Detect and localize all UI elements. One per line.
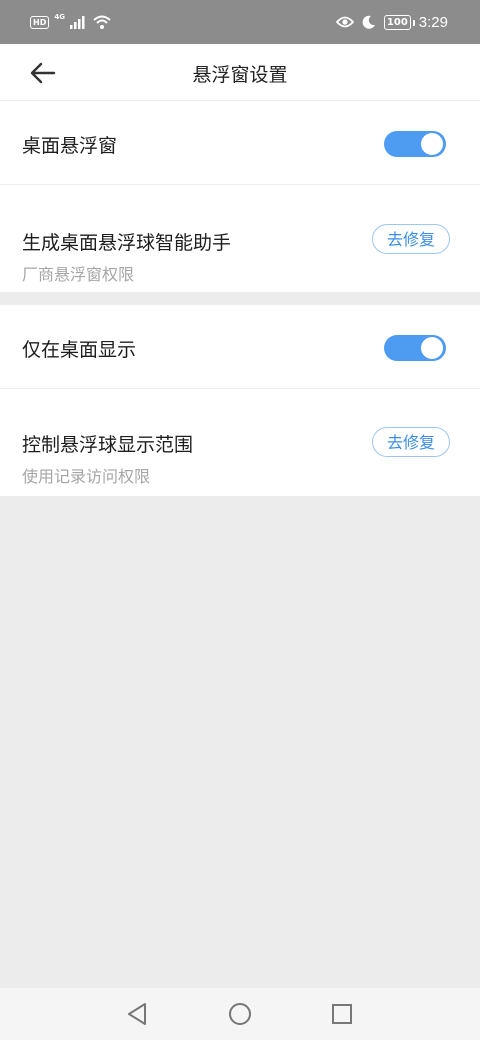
- fix-button[interactable]: 去修复: [372, 224, 450, 254]
- navigation-bar: [0, 988, 480, 1040]
- setting-row-desktop-only: 仅在桌面显示: [0, 305, 480, 388]
- nav-recents-button[interactable]: [328, 1000, 356, 1028]
- wifi-icon: [93, 15, 111, 29]
- setting-title: 生成桌面悬浮球智能助手: [22, 232, 232, 254]
- network-type-label: 4G: [54, 13, 65, 21]
- setting-row-desktop-float: 桌面悬浮窗: [0, 101, 480, 184]
- fix-button[interactable]: 去修复: [372, 427, 450, 457]
- status-time: 3:29: [418, 13, 448, 31]
- setting-row-smart-assistant: 生成桌面悬浮球智能助手 厂商悬浮窗权限 去修复: [0, 185, 480, 292]
- setting-title: 控制悬浮球显示范围: [22, 434, 194, 456]
- signal-icon: [69, 16, 85, 29]
- hd-badge: HD: [30, 15, 50, 29]
- desktop-float-toggle[interactable]: [384, 131, 446, 157]
- setting-title: 桌面悬浮窗: [22, 135, 118, 157]
- back-triangle-icon: [128, 1003, 146, 1025]
- nav-home-button[interactable]: [226, 1000, 254, 1028]
- app-header: 悬浮窗设置: [0, 44, 480, 100]
- setting-row-display-range: 控制悬浮球显示范围 使用记录访问权限 去修复: [0, 389, 480, 496]
- status-bar: HD 4G 100 3:29: [0, 0, 480, 44]
- setting-subtitle: 使用记录访问权限: [22, 467, 151, 486]
- setting-title: 仅在桌面显示: [22, 339, 137, 361]
- toggle-knob: [421, 133, 443, 155]
- nav-back-button[interactable]: [124, 1000, 152, 1028]
- home-circle-icon: [229, 1003, 251, 1025]
- moon-icon: [362, 15, 375, 29]
- page-title: 悬浮窗设置: [192, 64, 288, 86]
- battery-indicator: 100: [383, 14, 415, 30]
- desktop-only-toggle[interactable]: [384, 335, 446, 361]
- setting-subtitle: 厂商悬浮窗权限: [22, 265, 135, 284]
- eye-icon: [335, 16, 354, 28]
- status-left: HD 4G: [30, 13, 111, 31]
- toggle-knob: [421, 337, 443, 359]
- status-right: 100 3:29: [335, 11, 448, 33]
- recents-square-icon: [332, 1004, 352, 1024]
